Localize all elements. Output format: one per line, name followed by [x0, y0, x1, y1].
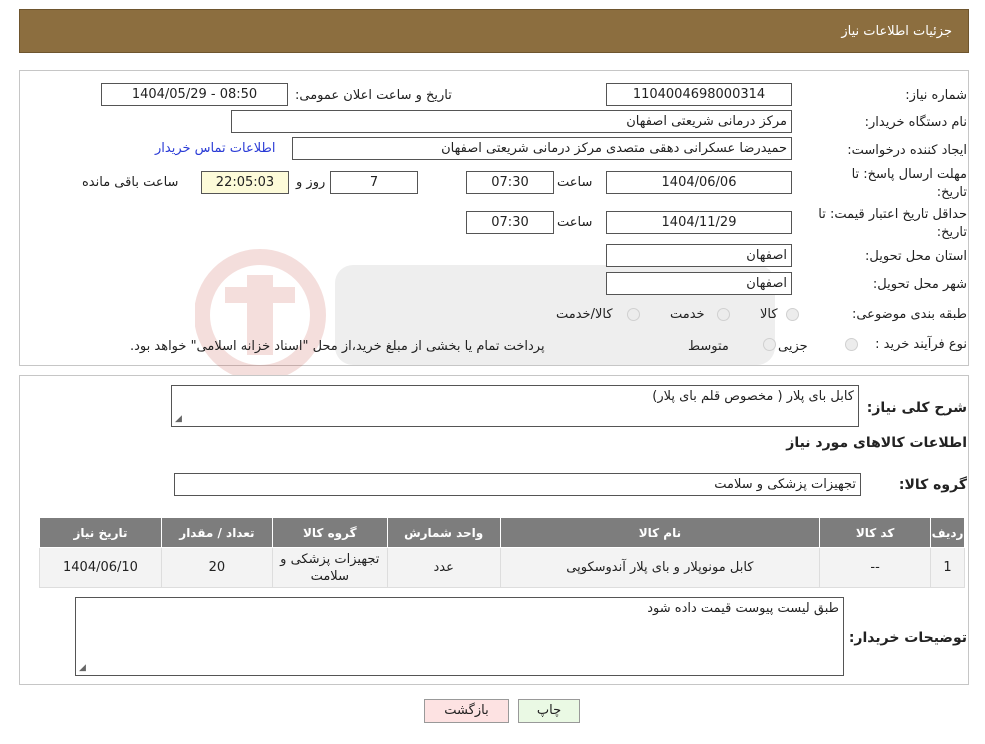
need-number-field: 1104004698000314 [606, 83, 792, 106]
cell-row-number: 1 [930, 547, 965, 588]
col-need-date: تاریخ نیاز [39, 517, 162, 548]
col-row-number: ردیف [930, 517, 965, 548]
deadline-label-2: تاریخ: [936, 185, 967, 200]
category-goods-radio[interactable] [786, 308, 799, 321]
back-button[interactable]: بازگشت [424, 699, 509, 723]
category-both-label: کالا/خدمت [556, 307, 613, 322]
deadline-time-field: 07:30 [466, 171, 554, 194]
buyer-notes-text: طبق لیست پیوست قیمت داده شود [647, 601, 839, 616]
cell-need-date: 1404/06/10 [39, 547, 162, 588]
city-field: اصفهان [606, 272, 792, 295]
table-row: 1 -- کابل مونوپلار و بای پلار آندوسکوپی … [39, 547, 965, 588]
remaining-time-field: 22:05:03 [201, 171, 289, 194]
validity-time-field: 07:30 [466, 211, 554, 234]
buyer-notes-label: توضیحات خریدار: [848, 630, 967, 646]
goods-info-title: اطلاعات کالاهای مورد نیاز [786, 435, 967, 451]
announce-field: 1404/05/29 - 08:50 [101, 83, 288, 106]
cell-goods-group: تجهیزات پزشکی و سلامت [271, 547, 388, 588]
validity-label: حداقل تاریخ اعتبار قیمت: تا [818, 207, 967, 222]
process-label: نوع فرآیند خرید : [875, 337, 967, 352]
category-label: طبقه بندی موضوعی: [851, 307, 967, 322]
cell-quantity: 20 [160, 547, 273, 588]
days-label: روز و [296, 175, 326, 190]
resize-grip-icon[interactable]: ◢ [175, 414, 182, 424]
category-goods-label: کالا [760, 307, 778, 322]
category-service-radio[interactable] [717, 308, 730, 321]
page-header: جزئیات اطلاعات نیاز [19, 9, 969, 53]
need-description-label: شرح کلی نیاز: [866, 400, 967, 416]
need-number-label: شماره نیاز: [905, 88, 967, 103]
need-description-text: کابل بای پلار ( مخصوص قلم بای پلار) [652, 389, 854, 404]
col-goods-name: نام کالا [499, 517, 821, 548]
city-label: شهر محل تحویل: [872, 277, 967, 292]
col-goods-code: کد کالا [819, 517, 932, 548]
requester-field: حمیدرضا عسکرانی دهقی متصدی مرکز درمانی ش… [292, 137, 792, 160]
deadline-time-label: ساعت [557, 175, 593, 190]
process-minor-label: جزیی [778, 339, 808, 354]
category-service-label: خدمت [670, 307, 705, 322]
buyer-org-label: نام دستگاه خریدار: [864, 115, 967, 130]
table-header-row: ردیف کد کالا نام کالا واحد شمارش گروه کا… [39, 517, 965, 548]
need-description-field[interactable]: کابل بای پلار ( مخصوص قلم بای پلار) ◢ [171, 385, 859, 427]
announce-label: تاریخ و ساعت اعلان عمومی: [295, 88, 452, 103]
category-both-radio[interactable] [627, 308, 640, 321]
col-quantity: تعداد / مقدار [160, 517, 273, 548]
cell-goods-code: -- [819, 547, 932, 588]
validity-time-label: ساعت [557, 215, 593, 230]
deadline-label: مهلت ارسال پاسخ: تا [851, 167, 967, 182]
province-label: استان محل تحویل: [865, 249, 967, 264]
goods-group-label: گروه کالا: [898, 477, 967, 493]
process-medium-label: متوسط [688, 339, 729, 354]
validity-date-field: 1404/11/29 [606, 211, 792, 234]
province-field: اصفهان [606, 244, 792, 267]
deadline-date-field: 1404/06/06 [606, 171, 792, 194]
buyer-contact-link[interactable]: اطلاعات تماس خریدار [155, 141, 275, 156]
process-minor-radio[interactable] [845, 338, 858, 351]
col-goods-group: گروه کالا [271, 517, 388, 548]
process-note: پرداخت تمام یا بخشی از مبلغ خرید،از محل … [130, 339, 545, 354]
buyer-notes-field[interactable]: طبق لیست پیوست قیمت داده شود ◢ [75, 597, 844, 676]
goods-table: ردیف کد کالا نام کالا واحد شمارش گروه کا… [39, 517, 965, 588]
cell-goods-name: کابل مونوپلار و بای پلار آندوسکوپی [499, 547, 821, 588]
page-title: جزئیات اطلاعات نیاز [841, 24, 952, 39]
validity-label-2: تاریخ: [936, 225, 967, 240]
cell-unit: عدد [386, 547, 501, 588]
days-field: 7 [330, 171, 418, 194]
buyer-org-field: مرکز درمانی شریعتی اصفهان [231, 110, 792, 133]
resize-grip-icon[interactable]: ◢ [79, 663, 86, 673]
remaining-label: ساعت باقی مانده [82, 175, 179, 190]
announce-value: 1404/05/29 - 08:50 [131, 87, 258, 102]
requester-label: ایجاد کننده درخواست: [847, 143, 967, 158]
col-unit: واحد شمارش [386, 517, 501, 548]
goods-group-field: تجهیزات پزشکی و سلامت [174, 473, 861, 496]
print-button[interactable]: چاپ [518, 699, 580, 723]
process-medium-radio[interactable] [763, 338, 776, 351]
